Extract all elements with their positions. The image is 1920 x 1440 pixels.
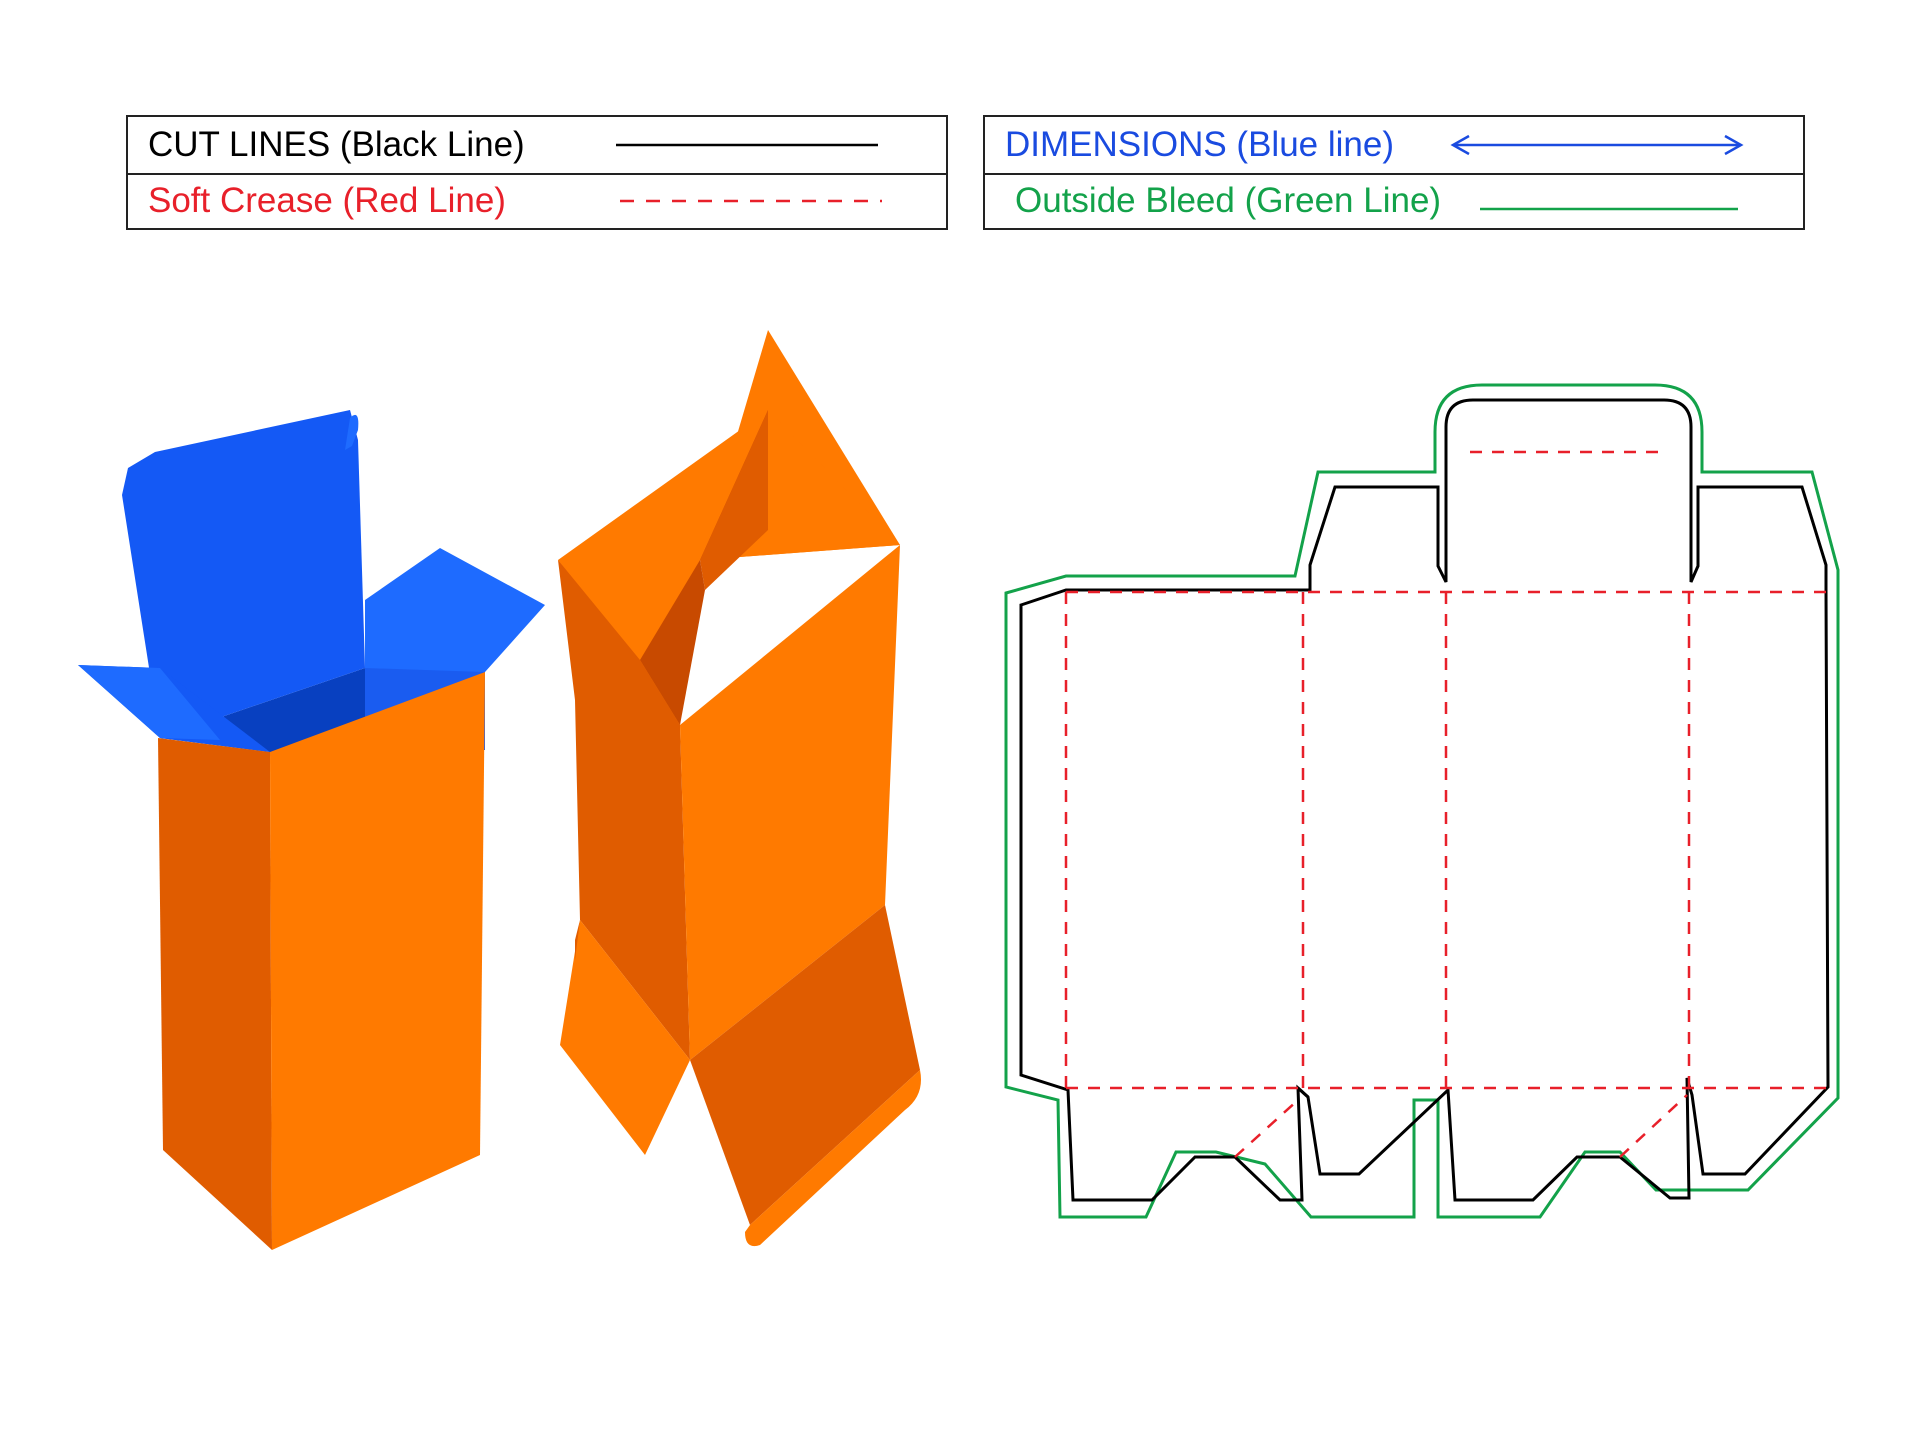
packaging-drawing <box>78 330 1840 1250</box>
outside-bleed-outline <box>1004 383 1840 1219</box>
open-box-illustration <box>78 410 545 1250</box>
box-left-face <box>158 738 272 1250</box>
folding-box-illustration <box>558 330 921 1247</box>
crease-diagonal-left <box>1234 1099 1299 1158</box>
box-right-face <box>270 672 485 1250</box>
right-dust-flap <box>365 548 545 672</box>
cut-line-outline <box>1019 398 1830 1202</box>
crease-diagonal-right <box>1619 1094 1688 1158</box>
